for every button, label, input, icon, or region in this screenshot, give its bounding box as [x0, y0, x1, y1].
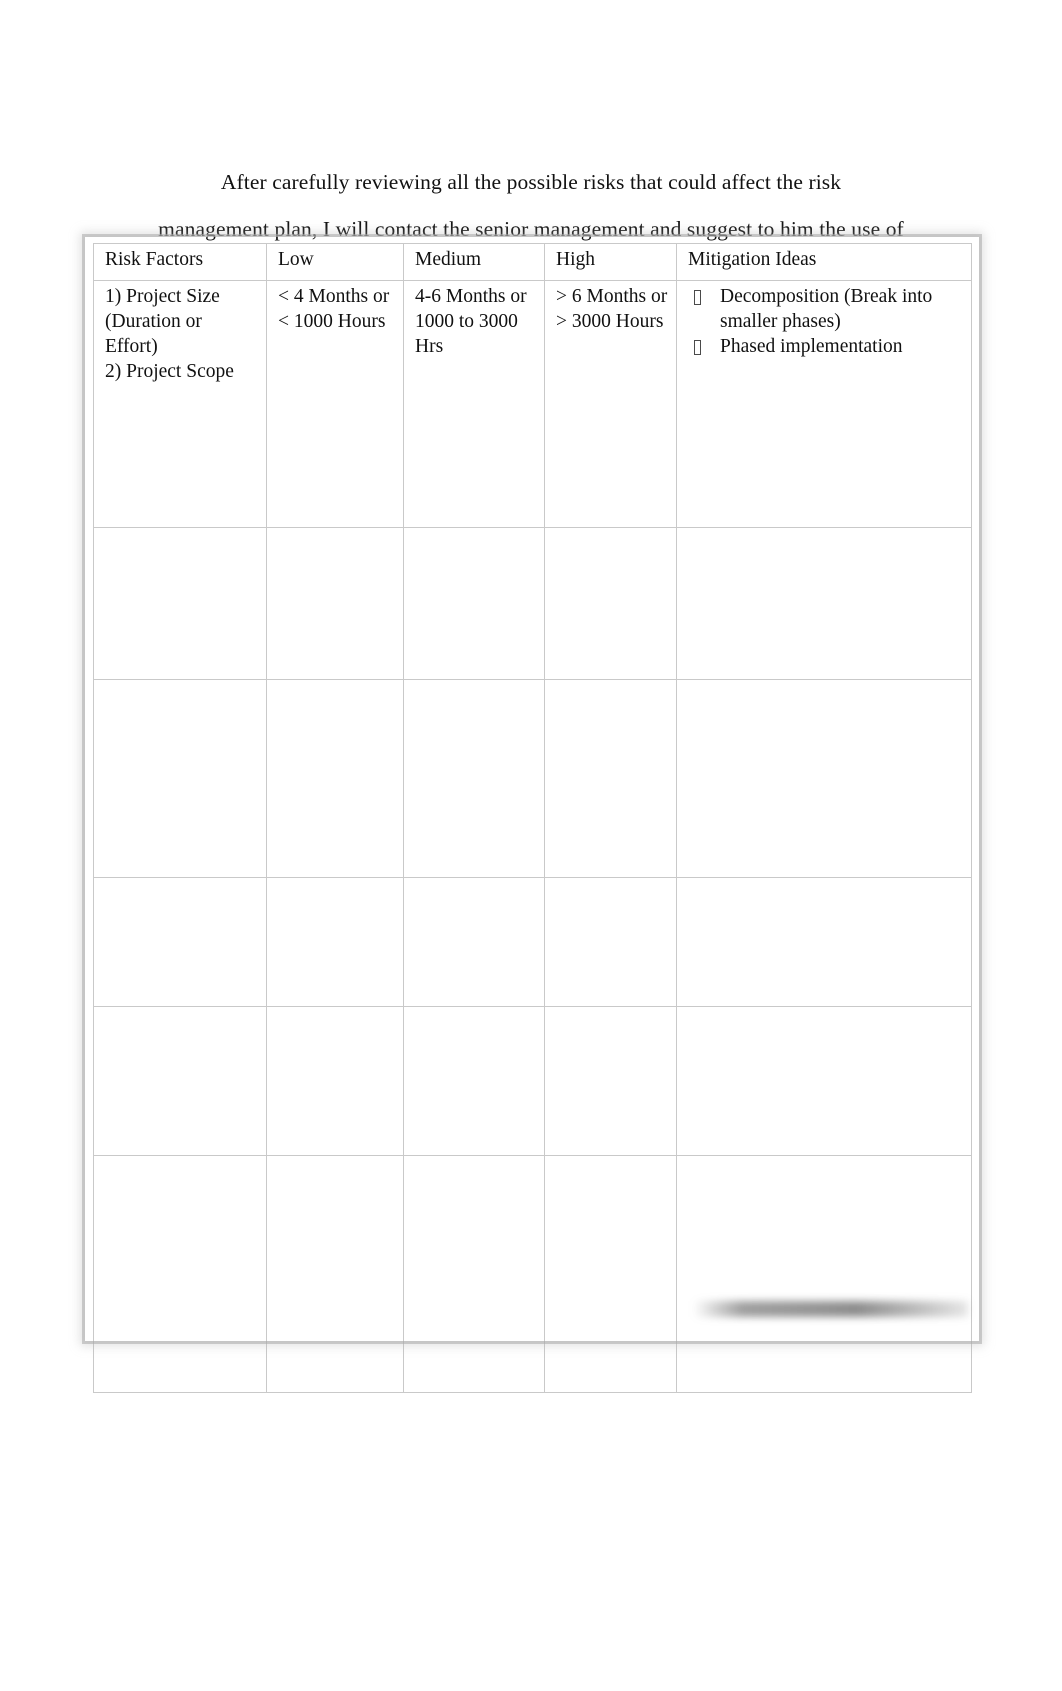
cell-medium [403, 679, 545, 878]
mitigation-text: Phased implementation [720, 335, 903, 357]
risk-factor-table-container: Risk Factors Low Medium High Mitigation … [93, 243, 972, 1393]
medium-line-3: Hrs [415, 335, 444, 357]
medium-line-1: 4-6 Months or [415, 286, 527, 307]
risk-factor-table: Risk Factors Low Medium High Mitigation … [93, 243, 972, 1393]
cell-low [266, 877, 404, 1007]
cell-low [266, 679, 404, 878]
high-line-2: > 3000 Hours [556, 310, 664, 332]
cell-mitigation [676, 1006, 972, 1156]
cell-risk-factors [93, 679, 267, 878]
cell-high [544, 1155, 677, 1393]
cell-medium [403, 1155, 545, 1393]
document-page: After carefully reviewing all the possib… [0, 0, 1062, 1691]
cell-risk-factors [93, 527, 267, 680]
cell-high: > 6 Months or > 3000 Hours [544, 280, 677, 528]
cell-risk-factors: 1) Project Size (Duration or Effort) 2) … [93, 280, 267, 528]
cell-high [544, 877, 677, 1007]
cell-mitigation [676, 877, 972, 1007]
list-item: Phased implementation [688, 335, 964, 360]
cell-low [266, 527, 404, 680]
mitigation-text: Decomposition (Break into smaller phases… [720, 286, 933, 332]
mitigation-list: Decomposition (Break into smaller phases… [688, 285, 964, 360]
high-line-1: > 6 Months or [556, 286, 668, 307]
table-row [93, 1155, 972, 1393]
risk-factor-1-line-1: 1) Project Size [105, 286, 220, 307]
cell-high [544, 679, 677, 878]
risk-factor-1-line-3: Effort) [105, 335, 158, 357]
header-cell-mitigation: Mitigation Ideas [676, 243, 972, 281]
table-row [93, 527, 972, 680]
cell-risk-factors [93, 1155, 267, 1393]
cell-mitigation: Decomposition (Break into smaller phases… [676, 280, 972, 528]
cell-high [544, 1006, 677, 1156]
cell-high [544, 527, 677, 680]
cell-low [266, 1155, 404, 1393]
header-cell-high: High [544, 243, 677, 281]
intro-paragraph-line-1: After carefully reviewing all the possib… [220, 170, 842, 194]
table-row [93, 1006, 972, 1156]
risk-factor-2: 2) Project Scope [105, 360, 234, 382]
intro-paragraph-line-2: management plan, I will contact the seni… [158, 217, 904, 241]
bullet-box-icon [694, 339, 701, 355]
header-cell-risk-factors: Risk Factors [93, 243, 267, 281]
medium-line-2: 1000 to 3000 [415, 310, 518, 332]
table-row [93, 877, 972, 1007]
table-row [93, 679, 972, 878]
cell-risk-factors [93, 1006, 267, 1156]
header-cell-medium: Medium [403, 243, 545, 281]
cell-medium [403, 1006, 545, 1156]
table-header-row: Risk Factors Low Medium High Mitigation … [93, 243, 972, 281]
cell-medium [403, 527, 545, 680]
cell-mitigation [676, 679, 972, 878]
low-line-1: < 4 Months or [278, 286, 390, 307]
cell-mitigation [676, 527, 972, 680]
risk-factor-1-line-2: (Duration or [105, 310, 202, 332]
low-line-2: < 1000 Hours [278, 310, 386, 332]
bullet-box-icon [694, 290, 701, 305]
cell-medium [403, 877, 545, 1007]
table-row: 1) Project Size (Duration or Effort) 2) … [93, 280, 972, 528]
cell-risk-factors [93, 877, 267, 1007]
header-cell-low: Low [266, 243, 404, 281]
cell-medium: 4-6 Months or 1000 to 3000 Hrs [403, 280, 545, 528]
cell-mitigation [676, 1155, 972, 1393]
cell-low: < 4 Months or < 1000 Hours [266, 280, 404, 528]
cell-low [266, 1006, 404, 1156]
list-item: Decomposition (Break into smaller phases… [688, 285, 964, 335]
